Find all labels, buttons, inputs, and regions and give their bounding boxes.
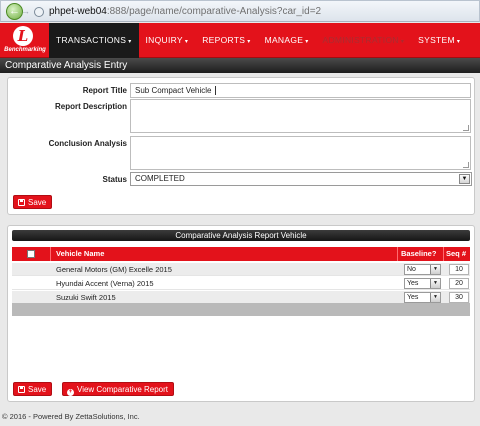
chevron-down-icon[interactable]: ▼ xyxy=(430,279,440,288)
table-row[interactable]: General Motors (GM) Excelle 2015 No ▼ 10 xyxy=(12,263,470,276)
save-icon xyxy=(18,386,25,393)
nav-item-manage[interactable]: MANAGE ▾ xyxy=(258,23,316,58)
column-header-baseline[interactable]: Baseline? xyxy=(401,247,436,261)
status-value: COMPLETED xyxy=(135,174,185,183)
report-form-panel: Report Title Sub Compact Vehicle Report … xyxy=(7,77,475,215)
nav-label: MANAGE xyxy=(264,35,304,45)
nav-item-administration[interactable]: ADMINISTRATION ▾ xyxy=(316,23,412,58)
save-label: Save xyxy=(28,198,47,207)
nav-item-inquiry[interactable]: INQUIRY ▾ xyxy=(139,23,196,58)
chevron-down-icon: ▾ xyxy=(400,39,405,45)
report-title-input[interactable]: Sub Compact Vehicle xyxy=(130,83,471,98)
conclusion-analysis-textarea[interactable] xyxy=(130,136,471,170)
view-report-label: View Comparative Report xyxy=(77,385,169,394)
nav-label: TRANSACTIONS xyxy=(56,35,127,45)
column-header-seq[interactable]: Seq # xyxy=(446,247,466,261)
conclusion-analysis-label: Conclusion Analysis xyxy=(48,139,127,148)
report-description-textarea[interactable] xyxy=(130,99,471,133)
resize-handle-icon[interactable] xyxy=(463,125,469,131)
logo-text: Benchmarking xyxy=(4,47,46,53)
baseline-value: No xyxy=(407,266,416,273)
status-label: Status xyxy=(102,175,127,184)
resize-handle-icon[interactable] xyxy=(463,162,469,168)
nav-item-transactions[interactable]: TRANSACTIONS ▾ xyxy=(49,23,139,58)
chevron-down-icon[interactable]: ▼ xyxy=(430,293,440,302)
chevron-down-icon: ▾ xyxy=(128,39,132,45)
nav-label: ADMINISTRATION xyxy=(322,35,399,45)
nav-menu: TRANSACTIONS ▾ INQUIRY ▾ REPORTS ▾ MANAGE ▾ … xyxy=(49,23,467,58)
url-path: :888/page/name/comparative-Analysis?car_… xyxy=(106,6,322,17)
page-footer: © 2016 - Powered By ZettaSolutions, Inc. xyxy=(2,412,140,421)
table-footer xyxy=(12,303,470,316)
table-row[interactable]: Hyundai Accent (Verna) 2015 Yes ▼ 20 xyxy=(12,277,470,290)
report-title-value: Sub Compact Vehicle xyxy=(135,86,212,95)
save-label: Save xyxy=(28,385,47,394)
text-cursor xyxy=(214,86,216,95)
seq-input[interactable]: 10 xyxy=(449,264,469,275)
table-title: Comparative Analysis Report Vehicle xyxy=(12,230,470,241)
baseline-value: Yes xyxy=(407,294,419,301)
column-divider xyxy=(443,247,444,261)
status-select[interactable]: COMPLETED ▼ xyxy=(130,172,472,186)
save-vehicles-button[interactable]: Save xyxy=(13,382,53,396)
address-bar[interactable]: phpet-web04:888/page/name/comparative-An… xyxy=(49,5,321,18)
save-icon xyxy=(18,199,25,206)
benchmarking-logo[interactable]: L Benchmarking xyxy=(3,26,47,56)
page-globe-icon xyxy=(34,7,44,17)
vehicle-table-panel: Comparative Analysis Report Vehicle Vehi… xyxy=(7,225,475,402)
chevron-down-icon: ▾ xyxy=(247,39,251,45)
chevron-down-icon[interactable]: ▼ xyxy=(430,265,440,274)
chevron-down-icon: ▾ xyxy=(184,39,189,45)
page-title: Comparative Analysis Entry xyxy=(0,58,480,73)
vehicle-name: Hyundai Accent (Verna) 2015 xyxy=(56,279,154,288)
plus-circle-icon: + xyxy=(67,389,74,396)
nav-item-system[interactable]: SYSTEM ▾ xyxy=(411,23,467,58)
select-all-checkbox[interactable] xyxy=(27,250,35,258)
baseline-select[interactable]: Yes ▼ xyxy=(404,278,441,289)
report-title-label: Report Title xyxy=(82,86,127,95)
browser-toolbar: ← → phpet-web04:888/page/name/comparativ… xyxy=(0,0,480,22)
report-description-label: Report Description xyxy=(54,102,127,111)
main-navbar: L Benchmarking TRANSACTIONS ▾ INQUIRY ▾ RE… xyxy=(0,23,480,58)
seq-input[interactable]: 20 xyxy=(449,278,469,289)
nav-label: INQUIRY xyxy=(145,35,183,45)
baseline-value: Yes xyxy=(407,280,419,287)
column-divider xyxy=(397,247,398,261)
nav-label: SYSTEM xyxy=(418,35,455,45)
chevron-down-icon: ▾ xyxy=(456,39,461,45)
save-button[interactable]: Save xyxy=(13,195,53,209)
baseline-select[interactable]: Yes ▼ xyxy=(404,292,441,303)
vehicle-name: General Motors (GM) Excelle 2015 xyxy=(56,265,172,274)
nav-item-reports[interactable]: REPORTS ▾ xyxy=(195,23,257,58)
nav-label: REPORTS xyxy=(202,35,246,45)
column-divider xyxy=(50,247,51,261)
logo-mark: L xyxy=(13,26,33,46)
chevron-down-icon: ▾ xyxy=(305,39,309,45)
view-comparative-report-button[interactable]: + View Comparative Report xyxy=(62,382,175,396)
column-header-vehicle[interactable]: Vehicle Name xyxy=(56,247,104,261)
forward-arrow-icon[interactable]: → xyxy=(21,6,31,17)
seq-input[interactable]: 30 xyxy=(449,292,469,303)
table-header: Vehicle Name Baseline? Seq # xyxy=(12,247,470,261)
chevron-down-icon[interactable]: ▼ xyxy=(459,174,470,184)
baseline-select[interactable]: No ▼ xyxy=(404,264,441,275)
url-host: phpet-web04 xyxy=(49,6,107,17)
